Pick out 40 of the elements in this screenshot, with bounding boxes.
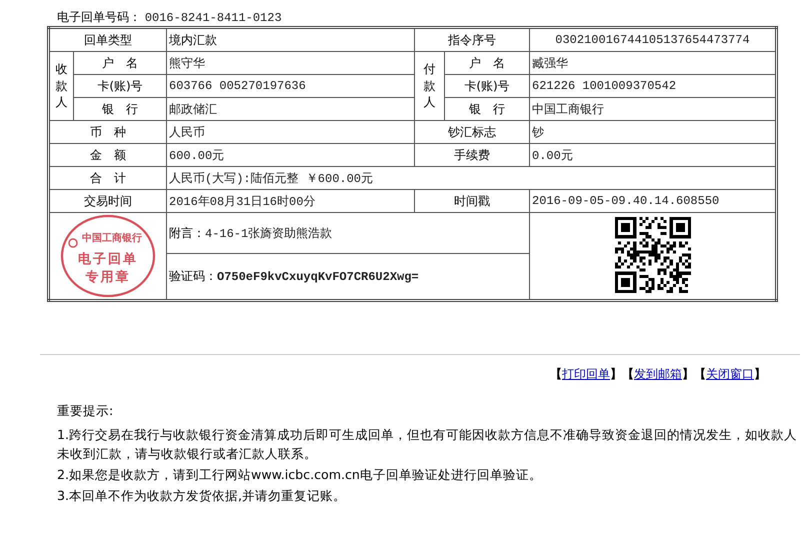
bracket-text: 【	[694, 367, 706, 381]
table-cell: 2016年08月31日16时00分	[166, 190, 414, 212]
bracket-text: 】	[682, 367, 694, 381]
table-cell: 币 种	[48, 120, 166, 144]
qr-code-icon	[614, 216, 690, 292]
table-cell: 回单类型	[48, 28, 166, 52]
table-cell: 钞汇标志	[414, 120, 530, 144]
table-cell: 金 额	[48, 144, 166, 166]
note-text: 2.如果您是收款方，请到工行网站www.icbc.com.cn电子回单验证处进行回单验证。	[57, 466, 543, 484]
table-cell: 银 行	[444, 98, 530, 120]
table-cell: 手续费	[414, 144, 530, 166]
note-text: 3.本回单不作为收款方发货依据,并请勿重复记账。	[57, 487, 348, 505]
table-cell: 指令序号	[414, 28, 530, 52]
table-cell: 熊守华	[166, 52, 414, 74]
receipt-number: 0016-8241-8411-0123	[144, 11, 282, 25]
table-cell: 收款人	[48, 52, 74, 120]
table-cell: 时间戳	[414, 190, 530, 212]
note-text: 1.跨行交易在我行与收款银行资金清算成功后即可生成回单，但也有可能因收款方信息不准确导致资金退回的情况发生，如收款人未收到汇款，请与收款银行或者汇款人联系。	[57, 426, 798, 463]
remark-text: 附言：4-16-1张旖资助熊浩款	[166, 212, 530, 254]
bracket-text: 【	[622, 367, 634, 381]
receipt-number-label: 电子回单号码：	[57, 10, 141, 24]
action-link[interactable]: 打印回单	[562, 367, 610, 381]
action-link[interactable]: 关闭窗口	[706, 367, 754, 381]
table-cell: 人民币	[166, 120, 414, 144]
table-cell: 合 计	[48, 166, 166, 190]
table-cell: 银 行	[74, 98, 166, 120]
notes-title: 重要提示:	[57, 403, 114, 420]
action-link[interactable]: 发到邮箱	[634, 367, 682, 381]
table-cell: 户 名	[74, 52, 166, 74]
table-cell: 户 名	[444, 52, 530, 74]
table-cell: 付款人	[414, 52, 444, 120]
bracket-text: 【	[550, 367, 562, 381]
table-cell: 卡(账)号	[74, 74, 166, 98]
bracket-text: 】	[610, 367, 622, 381]
bracket-text: 】	[754, 367, 766, 381]
table-cell: 卡(账)号	[444, 74, 530, 98]
table-cell: 600.00元	[166, 144, 414, 166]
table-cell: 交易时间	[48, 190, 166, 212]
seal-drawing: 中国工商银行 电子回单 专用章	[59, 213, 157, 299]
table-cell: 境内汇款	[166, 28, 414, 52]
